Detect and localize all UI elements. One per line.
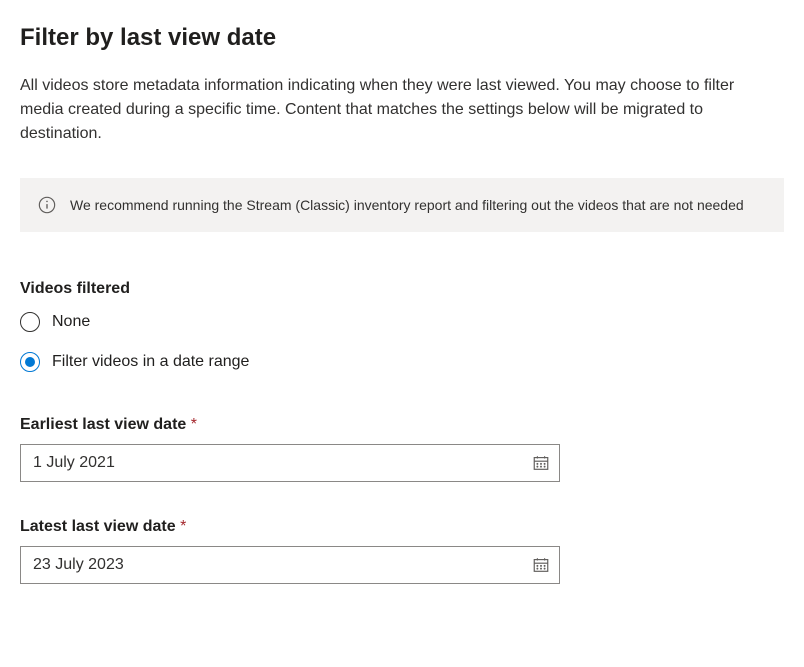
info-banner-text: We recommend running the Stream (Classic… (70, 194, 744, 216)
latest-date-label-text: Latest last view date (20, 518, 176, 535)
filter-radio-group: None Filter videos in a date range (20, 312, 784, 372)
radio-label-none: None (52, 313, 90, 331)
required-mark: * (191, 416, 197, 433)
radio-option-date-range[interactable]: Filter videos in a date range (20, 352, 784, 372)
required-mark: * (180, 518, 186, 535)
earliest-date-label-text: Earliest last view date (20, 416, 186, 433)
latest-date-input-wrap (20, 546, 560, 584)
videos-filtered-label: Videos filtered (20, 280, 784, 298)
latest-date-input[interactable] (20, 546, 560, 584)
radio-dot-icon (25, 357, 35, 367)
earliest-date-field: Earliest last view date * (20, 416, 784, 482)
info-banner: We recommend running the Stream (Classic… (20, 178, 784, 232)
earliest-date-input[interactable] (20, 444, 560, 482)
page-title: Filter by last view date (20, 24, 784, 52)
info-icon (38, 196, 56, 214)
radio-label-date-range: Filter videos in a date range (52, 353, 249, 371)
radio-circle-icon (20, 312, 40, 332)
radio-option-none[interactable]: None (20, 312, 784, 332)
latest-date-field: Latest last view date * (20, 518, 784, 584)
earliest-date-input-wrap (20, 444, 560, 482)
earliest-date-label: Earliest last view date * (20, 416, 784, 434)
latest-date-label: Latest last view date * (20, 518, 784, 536)
page-description: All videos store metadata information in… (20, 74, 780, 146)
radio-circle-selected-icon (20, 352, 40, 372)
